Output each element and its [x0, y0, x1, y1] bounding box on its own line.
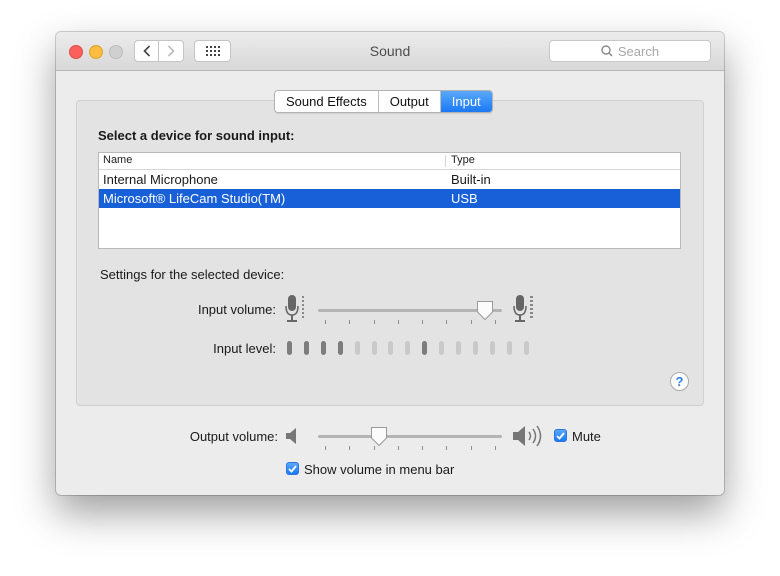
slider-tick	[325, 446, 326, 450]
level-indicator	[472, 341, 478, 355]
help-icon: ?	[675, 374, 684, 389]
slider-tick	[325, 320, 326, 324]
table-row[interactable]: Internal Microphone Built-in	[99, 170, 680, 189]
speaker-icon	[286, 428, 296, 444]
level-indicator	[523, 341, 529, 355]
slider-tick	[446, 446, 448, 450]
slider-tick	[349, 446, 351, 450]
speaker-loud-icon	[513, 425, 542, 447]
column-header-type[interactable]: Type	[451, 154, 475, 166]
input-volume-knob[interactable]	[476, 300, 494, 321]
output-volume-slider[interactable]	[318, 435, 502, 438]
microphone-icon	[285, 295, 304, 322]
search-field[interactable]: Search	[549, 40, 711, 62]
show-volume-checkbox[interactable]	[286, 462, 299, 475]
column-header-name[interactable]: Name	[103, 154, 132, 166]
slider-tick	[495, 320, 496, 324]
level-indicator	[303, 341, 309, 355]
output-volume-label: Output volume:	[189, 429, 278, 444]
level-indicator	[439, 341, 445, 355]
checkmark-icon	[556, 431, 565, 440]
device-list-heading: Select a device for sound input:	[98, 128, 295, 143]
level-indicator	[287, 341, 292, 355]
sound-preferences-window: Sound Search Sound Effects Output Input …	[56, 32, 724, 495]
input-volume-slider[interactable]	[318, 309, 502, 312]
mute-checkbox[interactable]	[554, 429, 567, 442]
device-name: Microsoft® LifeCam Studio(TM)	[103, 191, 286, 206]
show-volume-label[interactable]: Show volume in menu bar	[304, 462, 454, 477]
tab-sound-effects[interactable]: Sound Effects	[275, 91, 379, 112]
level-indicator	[422, 341, 428, 355]
column-divider	[445, 155, 446, 167]
level-indicator	[371, 341, 377, 355]
slider-tick	[422, 320, 424, 324]
checkmark-icon	[288, 464, 297, 473]
search-placeholder: Search	[617, 43, 660, 59]
input-volume-label: Input volume:	[197, 302, 276, 317]
level-indicator	[337, 341, 343, 355]
titlebar: Sound Search	[56, 32, 724, 71]
level-indicator	[388, 341, 394, 355]
level-indicator	[354, 341, 360, 355]
slider-tick	[397, 320, 399, 324]
slider-tick	[397, 446, 399, 450]
device-name: Internal Microphone	[103, 172, 218, 187]
slider-tick	[373, 446, 375, 450]
help-button[interactable]: ?	[670, 372, 689, 391]
slider-tick	[446, 320, 448, 324]
input-panel	[76, 100, 704, 406]
tab-input[interactable]: Input	[440, 91, 492, 112]
table-row-selected[interactable]: Microsoft® LifeCam Studio(TM) USB	[99, 189, 680, 208]
table-header: Name Type	[99, 153, 680, 170]
output-volume-knob[interactable]	[370, 426, 388, 447]
slider-tick	[470, 446, 472, 450]
microphone-icon	[513, 295, 533, 322]
tab-output[interactable]: Output	[379, 91, 441, 112]
input-level-label: Input level:	[213, 341, 276, 356]
device-type: Built-in	[451, 172, 491, 187]
slider-tick	[470, 320, 472, 324]
settings-label: Settings for the selected device:	[100, 267, 285, 282]
tab-bar: Sound Effects Output Input	[274, 90, 493, 113]
level-indicator	[320, 341, 326, 355]
level-indicator	[405, 341, 411, 355]
mute-label[interactable]: Mute	[572, 429, 601, 444]
level-indicator	[506, 341, 512, 355]
search-icon	[601, 45, 613, 57]
level-indicator	[456, 341, 461, 355]
level-indicator	[489, 341, 495, 355]
device-table[interactable]: Name Type Internal Microphone Built-in M…	[98, 152, 681, 249]
slider-tick	[422, 446, 424, 450]
slider-tick	[495, 446, 496, 450]
device-type: USB	[451, 191, 478, 206]
slider-tick	[349, 320, 351, 324]
slider-tick	[373, 320, 375, 324]
